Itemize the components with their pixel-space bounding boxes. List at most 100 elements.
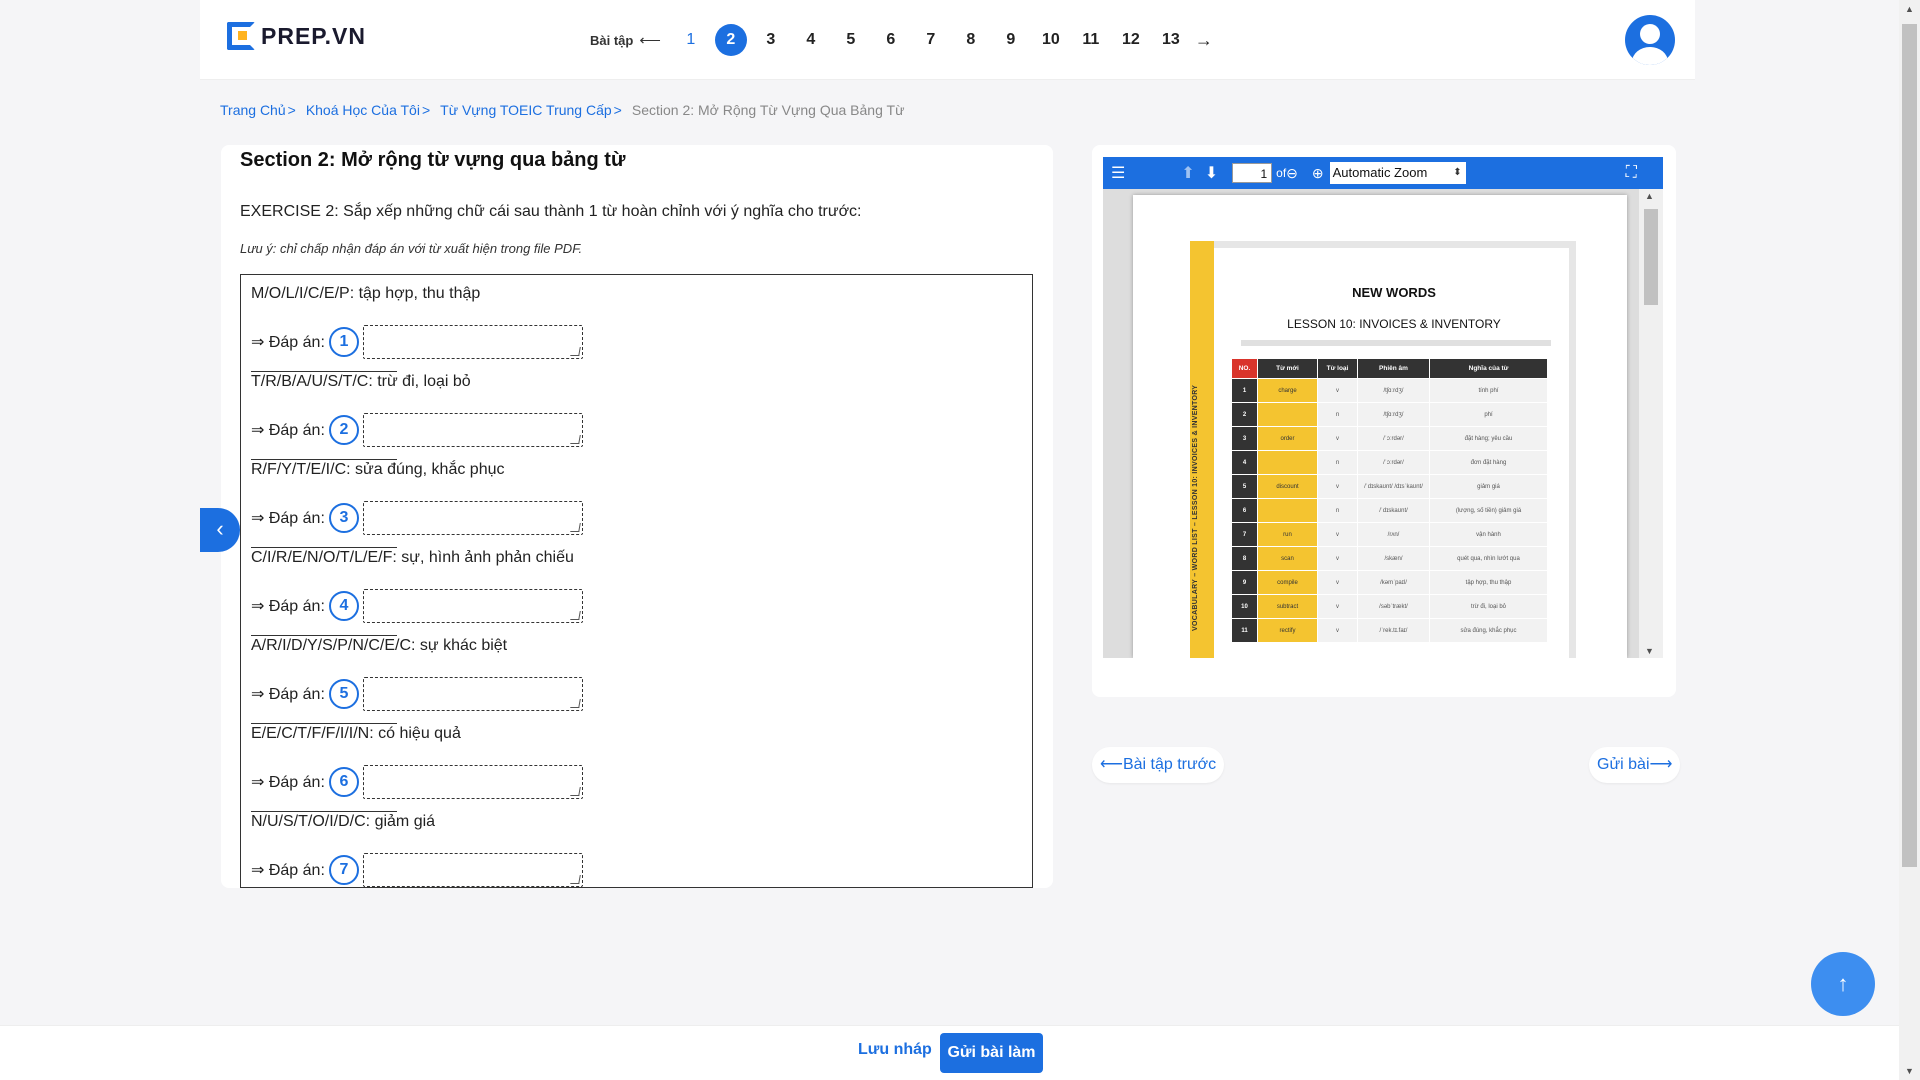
pager-page-11[interactable]: 11 — [1071, 31, 1111, 49]
save-draft-button[interactable]: Lưu nháp — [858, 1041, 932, 1059]
table-row: 7 run v/rʌn/vận hành — [1231, 522, 1548, 547]
scroll-up-icon[interactable]: ▲ — [1645, 191, 1654, 201]
pager-label: Bài tập — [590, 32, 634, 48]
cell-no: 9 — [1231, 570, 1258, 595]
pager-page-13[interactable]: 13 — [1151, 31, 1191, 49]
pager-page-5[interactable]: 5 — [831, 31, 871, 49]
cell-no: 8 — [1231, 546, 1258, 571]
zoom-select[interactable]: Automatic Zoom ⬍ — [1329, 162, 1466, 184]
cell-pos: v — [1317, 570, 1358, 595]
vocab-table: NO. Từ mới Từ loại Phiên âm Nghĩa của từ 1 cha… — [1231, 358, 1548, 643]
answer-input[interactable] — [362, 677, 583, 711]
breadcrumb-course[interactable]: Từ Vựng TOEIC Trung Cấp — [440, 102, 612, 118]
table-header: Từ loại — [1317, 358, 1358, 379]
answer-row: ⇒ Đáp án: 3 — [251, 501, 751, 535]
pager-page-7[interactable]: 7 — [911, 31, 951, 49]
exercise-note: Lưu ý: chỉ chấp nhận đáp án với từ xuất … — [240, 241, 583, 256]
submit-button[interactable]: Gửi bài làm — [940, 1033, 1043, 1073]
scrollbar-thumb[interactable] — [1902, 24, 1917, 867]
previous-exercise-button[interactable]: ⟵Bài tập trước — [1092, 747, 1225, 783]
cell-pos: n — [1317, 450, 1358, 475]
question-prompt: C/I/R/E/N/O/T/L/E/F: sự, hình ảnh phản c… — [251, 549, 574, 566]
submit-exercise-button[interactable]: Gửi bài⟶ — [1589, 747, 1681, 783]
cell-meaning: tập hợp, thu thập — [1429, 570, 1548, 595]
chevron-left-icon: ‹ — [216, 516, 224, 541]
table-row: 8 scan v/skæn/quét qua, nhìn lướt qua — [1231, 546, 1548, 571]
prev-page-icon[interactable]: ⬆ — [1181, 163, 1194, 183]
answer-input[interactable] — [362, 325, 583, 359]
top-header: PREP.VN Bài tập ⟵ 1 2 3 4 5 6 7 8 9 10 1… — [200, 0, 1695, 80]
page-number-input[interactable]: 1 — [1232, 163, 1273, 183]
answer-input[interactable] — [362, 765, 583, 799]
section-title: Section 2: Mở rộng từ vựng qua bảng từ — [240, 149, 626, 171]
cell-word: rectify — [1257, 618, 1318, 643]
arrow-up-icon: ↑ — [1837, 971, 1849, 996]
cell-meaning: đơn đặt hàng — [1429, 450, 1548, 475]
cell-no: 1 — [1231, 378, 1258, 403]
cell-word: discount — [1257, 474, 1318, 499]
pdf-scrollbar[interactable]: ▲ ▼ — [1639, 189, 1663, 658]
cell-meaning: đặt hàng; yêu cầu — [1429, 426, 1548, 451]
logo[interactable]: PREP.VN — [227, 22, 366, 50]
pager-page-3[interactable]: 3 — [751, 31, 791, 49]
cell-ipa: /ˈdɪskaʊnt/ /dɪsˈkaʊnt/ — [1357, 474, 1430, 499]
answer-label: ⇒ Đáp án: — [251, 598, 325, 615]
pager-page-10[interactable]: 10 — [1031, 31, 1071, 49]
pager-page-6[interactable]: 6 — [871, 31, 911, 49]
cell-meaning: quét qua, nhìn lướt qua — [1429, 546, 1548, 571]
answer-input[interactable] — [362, 589, 583, 623]
divider — [251, 635, 397, 636]
answer-input[interactable] — [362, 501, 583, 535]
scroll-down-icon[interactable]: ▼ — [1905, 1066, 1914, 1076]
cell-word: compile — [1257, 570, 1318, 595]
answer-row: ⇒ Đáp án: 2 — [251, 413, 751, 447]
next-page-icon[interactable]: ⬇ — [1205, 163, 1218, 183]
zoom-out-icon[interactable]: ⊖ — [1286, 165, 1298, 182]
breadcrumb-separator: > — [421, 102, 431, 118]
pager-next-arrow[interactable]: → — [1195, 30, 1213, 51]
breadcrumb-home[interactable]: Trang Chủ — [220, 102, 286, 118]
cell-no: 2 — [1231, 402, 1258, 427]
user-avatar[interactable] — [1625, 15, 1675, 65]
cell-word — [1257, 498, 1318, 523]
scroll-up-icon[interactable]: ▲ — [1905, 4, 1914, 14]
divider — [251, 459, 397, 460]
question-prompt: E/E/C/T/F/F/I/I/N: có hiệu quả — [251, 725, 461, 742]
answer-input[interactable] — [362, 853, 583, 887]
answer-input[interactable] — [362, 413, 583, 447]
cell-pos: v — [1317, 474, 1358, 499]
breadcrumb-my-courses[interactable]: Khoá Học Của Tôi — [306, 102, 420, 118]
fullscreen-icon[interactable]: ⛶ — [1626, 164, 1637, 182]
cell-no: 7 — [1231, 522, 1258, 547]
cell-pos: v — [1317, 426, 1358, 451]
cell-word: subtract — [1257, 594, 1318, 619]
cell-meaning: trừ đi, loại bỏ — [1429, 594, 1548, 619]
logo-text: PREP.VN — [261, 22, 367, 49]
table-row: 11 rectify v/ˈrek.tɪ.faɪ/sửa đúng, khắc ph… — [1231, 618, 1548, 643]
cell-no: 11 — [1231, 618, 1258, 643]
zoom-value: Automatic Zoom — [1332, 165, 1428, 180]
question-item: A/R/I/D/Y/S/P/N/C/E/C: sự khác biệt ⇒ Đáp… — [251, 637, 751, 724]
cell-pos: v — [1317, 594, 1358, 619]
cell-no: 6 — [1231, 498, 1258, 523]
question-box: M/O/L/I/C/E/P: tập hợp, thu thập ⇒ Đáp án… — [240, 274, 1033, 888]
scroll-to-top-button[interactable]: ↑ — [1811, 952, 1875, 1016]
pager-page-1[interactable]: 1 — [671, 31, 711, 49]
cell-ipa: /tʃɑːrdʒ/ — [1357, 378, 1430, 403]
scroll-down-icon[interactable]: ▼ — [1645, 646, 1654, 656]
page-scrollbar[interactable]: ▲ ▼ — [1899, 0, 1920, 1080]
pager-page-8[interactable]: 8 — [951, 31, 991, 49]
pager-page-12[interactable]: 12 — [1111, 31, 1151, 49]
answer-label: ⇒ Đáp án: — [251, 510, 325, 527]
pager-page-4[interactable]: 4 — [791, 31, 831, 49]
cell-ipa: /rʌn/ — [1357, 522, 1430, 547]
pager-page-9[interactable]: 9 — [991, 31, 1031, 49]
table-row: 9 compile v/kəmˈpaɪl/tập hợp, thu thập — [1231, 570, 1548, 595]
pager-page-2-current[interactable]: 2 — [714, 24, 747, 56]
side-label-text: VOCABULARY – WORD LIST – LESSON 10: INVO… — [1192, 384, 1199, 631]
scrollbar-thumb[interactable] — [1644, 209, 1658, 305]
zoom-in-icon[interactable]: ⊕ — [1312, 165, 1324, 182]
sidebar-toggle-icon[interactable]: ☰ — [1111, 163, 1125, 183]
pager-prev-arrow[interactable]: ⟵ — [639, 31, 661, 49]
logo-icon — [227, 22, 255, 50]
